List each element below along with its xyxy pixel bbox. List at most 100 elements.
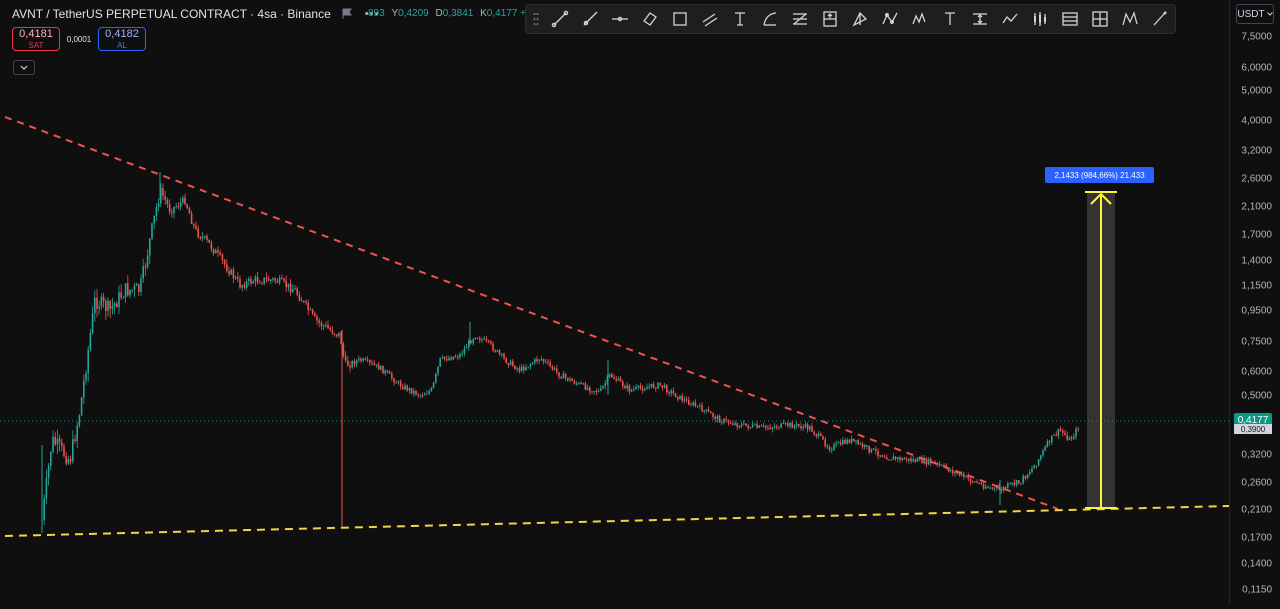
candle-body: [322, 325, 325, 327]
candle-body: [578, 382, 580, 384]
candle-body: [498, 350, 501, 354]
candle-body: [245, 281, 248, 288]
candle-body: [749, 427, 752, 429]
candle-body: [215, 250, 217, 254]
candle-body: [1018, 480, 1020, 483]
fib-retracement-icon[interactable]: [785, 5, 815, 33]
buy-button[interactable]: 0,4182 AL: [98, 27, 146, 51]
long-position-icon[interactable]: [815, 5, 845, 33]
candle-body: [432, 382, 435, 389]
candle-body: [949, 469, 952, 472]
resistance-trendline[interactable]: [4, 116, 1059, 510]
candle-body: [941, 465, 943, 467]
candle-body: [267, 278, 270, 282]
brush-icon[interactable]: [1145, 5, 1175, 33]
price-range-icon[interactable]: [965, 5, 995, 33]
candle-body: [311, 309, 314, 314]
table-icon[interactable]: [1055, 5, 1085, 33]
candle-body: [769, 427, 771, 429]
price-tick: 0,1150: [1242, 584, 1272, 596]
price-tick: 1,7000: [1241, 229, 1272, 241]
candle-body: [217, 250, 219, 253]
candle-body: [494, 350, 496, 352]
candlestick-chart[interactable]: [0, 0, 1231, 604]
candle-body: [100, 296, 103, 307]
horizontal-line-icon[interactable]: [605, 5, 635, 33]
chart-area[interactable]: [0, 0, 1231, 604]
support-trendline[interactable]: [4, 505, 1231, 537]
price-tick: 2,1000: [1241, 201, 1272, 213]
candle-body: [1035, 465, 1038, 467]
candle-body: [241, 285, 243, 288]
xabcd-pattern-icon[interactable]: [1115, 5, 1145, 33]
rotated-rectangle-icon[interactable]: [635, 5, 665, 33]
grid-icon[interactable]: [1085, 5, 1115, 33]
candle-body: [72, 439, 74, 462]
candles: [41, 172, 1079, 533]
candle-body: [67, 458, 70, 464]
parallel-channel-icon[interactable]: [695, 5, 725, 33]
candle-body: [762, 425, 765, 427]
candle-body: [1066, 435, 1068, 440]
candle-body: [844, 440, 846, 444]
candle-body: [373, 363, 375, 366]
ray-icon[interactable]: [575, 5, 605, 33]
symbol-title[interactable]: AVNT / TetherUS PERPETUAL CONTRACT · 4sa…: [8, 7, 335, 21]
pitchfork-icon[interactable]: [845, 5, 875, 33]
candle-body: [135, 284, 138, 286]
rectangle-icon[interactable]: [665, 5, 695, 33]
text-icon[interactable]: [725, 5, 755, 33]
candle-body: [622, 381, 624, 387]
candle-body: [98, 306, 100, 309]
price-tick: 2,6000: [1241, 173, 1272, 185]
candle-body: [857, 440, 859, 445]
candle-body: [384, 370, 386, 374]
candle-body: [813, 431, 815, 435]
trend-line-icon[interactable]: [545, 5, 575, 33]
candle-body: [457, 356, 459, 358]
sell-button[interactable]: 0,4181 SAT: [12, 27, 60, 51]
flag-icon[interactable]: [341, 8, 353, 20]
candle-body: [428, 390, 430, 394]
candle-body: [142, 266, 144, 279]
collapse-legend-button[interactable]: [13, 60, 35, 75]
candle-body: [890, 459, 892, 461]
candle-body: [252, 281, 254, 284]
candle-body: [806, 424, 809, 430]
candle-body: [877, 450, 879, 457]
candle-body: [908, 458, 910, 461]
candle-body: [727, 420, 730, 423]
candle-body: [397, 381, 400, 383]
candle-body: [441, 356, 444, 359]
path-icon[interactable]: [875, 5, 905, 33]
candle-body: [56, 438, 59, 445]
candle-body: [520, 366, 523, 372]
candle-body: [881, 455, 884, 457]
candle-body: [182, 197, 184, 203]
candle-body: [140, 278, 142, 292]
candle-body: [894, 456, 897, 460]
candle-body: [1004, 486, 1007, 488]
candles-icon[interactable]: [1025, 5, 1055, 33]
drag-handle-icon[interactable]: [526, 12, 545, 26]
candle-body: [375, 364, 378, 366]
projection-icon[interactable]: [995, 5, 1025, 33]
candle-body: [65, 456, 67, 464]
curve-icon[interactable]: [755, 5, 785, 33]
candle-body: [109, 300, 111, 309]
candle-body: [661, 385, 664, 388]
candle-body: [124, 283, 127, 298]
candle-body: [102, 296, 105, 302]
candle-body: [916, 458, 919, 462]
drawing-toolbar: [525, 4, 1176, 34]
candle-body: [391, 373, 393, 379]
candle-body: [771, 427, 774, 429]
price-axis[interactable]: 7,5000 6,0000 5,0000 4,0000 3,2000 2,6000 2,10…: [1229, 0, 1280, 604]
text-note-icon[interactable]: [935, 5, 965, 33]
pattern-icon[interactable]: [905, 5, 935, 33]
ohlc-open: 893: [368, 8, 385, 19]
candle-body: [699, 404, 701, 406]
candle-body: [1024, 476, 1027, 479]
candle-body: [270, 279, 272, 282]
currency-select[interactable]: USDT: [1236, 4, 1274, 24]
